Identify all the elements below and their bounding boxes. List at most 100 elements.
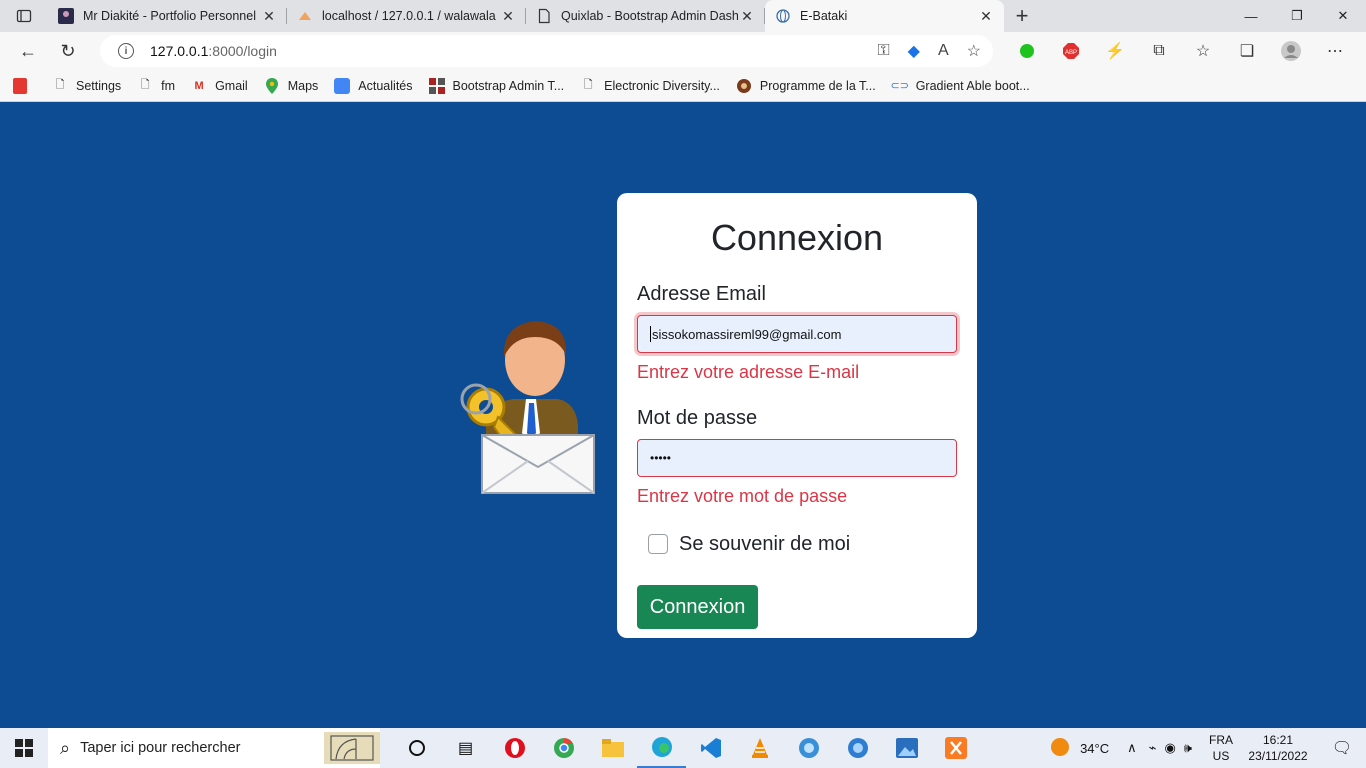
keyboard-layout: US bbox=[1212, 749, 1230, 763]
clock-time: 16:21 bbox=[1262, 733, 1294, 747]
window-controls: — ❐ ✕ bbox=[1228, 0, 1366, 32]
green-extension-icon[interactable] bbox=[1005, 32, 1049, 70]
bookmark-electronic[interactable]: 🗋 Electronic Diversity... bbox=[580, 78, 720, 94]
login-heading: Connexion bbox=[710, 217, 884, 258]
close-tab-icon[interactable]: ✕ bbox=[261, 8, 277, 24]
email-error: Entrez votre adresse E-mail bbox=[637, 362, 860, 382]
blue-app-icon[interactable] bbox=[784, 728, 833, 768]
vscode-icon[interactable] bbox=[686, 728, 735, 768]
task-view-icon[interactable]: ▤ bbox=[441, 728, 490, 768]
close-window-button[interactable]: ✕ bbox=[1320, 0, 1366, 32]
close-tab-icon[interactable]: ✕ bbox=[500, 8, 516, 24]
back-button[interactable]: ← bbox=[8, 35, 48, 67]
bookmark-label: Programme de la T... bbox=[759, 78, 876, 93]
network-icon[interactable]: ⌁ bbox=[1149, 740, 1157, 756]
tab-title: Mr Diakité - Portfolio Personnel bbox=[83, 9, 256, 23]
email-field[interactable]: sissokomassireml99@gmail.com bbox=[637, 315, 957, 353]
profile-avatar-icon[interactable] bbox=[1269, 32, 1313, 70]
add-favorite-icon[interactable]: ☆ bbox=[967, 41, 981, 61]
search-icon: ⌕ bbox=[60, 737, 71, 758]
collections-icon[interactable]: ❏ bbox=[1225, 32, 1269, 70]
extensions-puzzle-icon[interactable]: ⧉ bbox=[1137, 32, 1181, 70]
page-content: Connexion Adresse Email sissokomassireml… bbox=[0, 103, 1366, 728]
password-field[interactable]: ••••• bbox=[637, 439, 957, 477]
webcam-icon[interactable]: ◉ bbox=[1164, 740, 1175, 756]
close-tab-icon[interactable]: ✕ bbox=[978, 8, 994, 24]
password-value: ••••• bbox=[650, 451, 672, 465]
photos-icon[interactable] bbox=[882, 728, 931, 768]
clock-date: 23/11/2022 bbox=[1248, 749, 1308, 763]
key-icon[interactable]: ⚿ bbox=[877, 42, 889, 60]
plus-icon: + bbox=[1015, 3, 1029, 28]
email-label: Adresse Email bbox=[637, 283, 766, 305]
remember-checkbox[interactable] bbox=[648, 534, 668, 554]
close-tab-icon[interactable]: ✕ bbox=[739, 8, 755, 24]
bookmark-label: fm bbox=[161, 78, 176, 93]
info-icon[interactable]: i bbox=[118, 43, 134, 59]
remember-label[interactable]: Se souvenir de moi bbox=[679, 533, 850, 556]
gmail-icon: M bbox=[194, 79, 204, 92]
search-highlight-icon bbox=[324, 732, 380, 764]
tab-phpmyadmin[interactable]: localhost / 127.0.0.1 / walawala | ✕ bbox=[287, 0, 526, 32]
restore-button[interactable]: ❐ bbox=[1274, 0, 1320, 32]
chevron-up-icon[interactable]: ∧ bbox=[1127, 740, 1137, 756]
tab-quixlab[interactable]: Quixlab - Bootstrap Admin Dashb ✕ bbox=[526, 0, 765, 32]
taskbar-search[interactable]: ⌕ Taper ici pour rechercher bbox=[48, 728, 380, 768]
reload-icon: ↻ bbox=[60, 40, 76, 61]
tag-icon[interactable]: ◆ bbox=[908, 41, 920, 61]
start-button[interactable] bbox=[0, 728, 48, 768]
text-caret bbox=[650, 326, 651, 342]
bookmark-gmail[interactable]: M Gmail bbox=[191, 78, 247, 94]
login-submit-button[interactable]: Connexion bbox=[637, 585, 758, 629]
tab-ebataki[interactable]: E-Bataki ✕ bbox=[765, 0, 1004, 32]
email-value: sissokomassireml99@gmail.com bbox=[652, 326, 842, 342]
url-path: :8000/login bbox=[208, 43, 277, 59]
bookmark-label: Actualités bbox=[358, 78, 413, 93]
notifications-icon[interactable]: 🗨 bbox=[1318, 738, 1366, 758]
globe-favicon-icon bbox=[775, 8, 791, 24]
input-language[interactable]: FRA US bbox=[1204, 732, 1238, 764]
tab-actions-button[interactable] bbox=[0, 0, 48, 32]
adblock-icon[interactable]: ABP bbox=[1049, 32, 1093, 70]
page-icon: 🗋 bbox=[55, 79, 65, 91]
file-explorer-icon[interactable] bbox=[588, 728, 637, 768]
login-card: Connexion Adresse Email sissokomassireml… bbox=[617, 193, 977, 638]
chrome-icon[interactable] bbox=[539, 728, 588, 768]
page-icon: 🗋 bbox=[140, 79, 150, 91]
more-menu-icon[interactable]: ⋯ bbox=[1313, 32, 1357, 70]
url-host: 127.0.0.1 bbox=[150, 43, 209, 59]
bookmark-fm[interactable]: 🗋 fm bbox=[137, 78, 175, 94]
opera-icon[interactable] bbox=[490, 728, 539, 768]
bookmark-label: Settings bbox=[76, 78, 122, 93]
address-bar[interactable]: i 127.0.0.1:8000/login ⚿ ◆ A ☆ bbox=[100, 35, 993, 67]
bookmark-actualites[interactable]: Actualités bbox=[334, 77, 413, 94]
clock[interactable]: 16:21 23/11/2022 bbox=[1238, 732, 1318, 764]
bookmark-programme[interactable]: Programme de la T... bbox=[736, 78, 876, 94]
edge-icon[interactable] bbox=[637, 728, 686, 768]
tab-portfolio[interactable]: Mr Diakité - Portfolio Personnel ✕ bbox=[48, 0, 287, 32]
lightning-extension-icon[interactable]: ⚡ bbox=[1093, 32, 1137, 70]
arrow-left-icon: ← bbox=[19, 40, 37, 61]
bookmark-maps[interactable]: Maps bbox=[264, 77, 318, 94]
blue-app-2-icon[interactable] bbox=[833, 728, 882, 768]
reload-button[interactable]: ↻ bbox=[48, 35, 88, 67]
system-tray: 34°C ∧ ⌁ ◉ 🕪 FRA US 16:21 23/11/2022 🗨 bbox=[1050, 728, 1366, 768]
xampp-icon[interactable] bbox=[931, 728, 980, 768]
new-tab-button[interactable]: + bbox=[1004, 0, 1040, 32]
favorites-icon[interactable]: ☆ bbox=[1181, 32, 1225, 70]
bookmark-bootstrap[interactable]: Bootstrap Admin T... bbox=[428, 77, 564, 94]
cortana-icon[interactable] bbox=[392, 728, 441, 768]
bookmark-pdf[interactable] bbox=[12, 77, 36, 94]
weather-temp[interactable]: 34°C bbox=[1080, 741, 1109, 756]
weather-sun-icon[interactable] bbox=[1050, 737, 1070, 760]
browser-tab-bar: Mr Diakité - Portfolio Personnel ✕ local… bbox=[0, 0, 1366, 32]
bookmark-settings[interactable]: 🗋 Settings bbox=[52, 78, 122, 94]
volume-icon[interactable]: 🕪 bbox=[1184, 740, 1192, 756]
vlc-icon[interactable] bbox=[735, 728, 784, 768]
bookmark-label: Electronic Diversity... bbox=[604, 78, 720, 93]
url-text: 127.0.0.1:8000/login bbox=[150, 43, 277, 59]
bookmark-gradient[interactable]: ⊂⊃ Gradient Able boot... bbox=[890, 78, 1029, 94]
seal-icon bbox=[736, 78, 752, 94]
read-aloud-icon[interactable]: A bbox=[938, 42, 949, 60]
minimize-button[interactable]: — bbox=[1228, 0, 1274, 32]
